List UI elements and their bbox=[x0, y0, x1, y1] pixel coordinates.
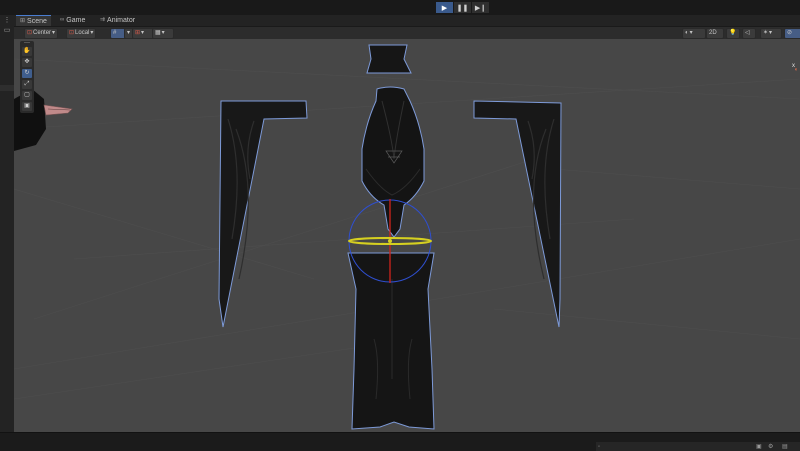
info-icon: ◦ bbox=[598, 444, 601, 450]
scene-grid-icon: ⊞ bbox=[20, 17, 26, 24]
scale-tool-button[interactable]: ⤢ bbox=[22, 80, 32, 89]
debug-icon[interactable]: ⚙ bbox=[768, 444, 774, 450]
panel-row bbox=[0, 85, 14, 91]
tab-animator-label: Animator bbox=[107, 17, 136, 24]
right-sleeve-piece[interactable] bbox=[473, 100, 562, 328]
tab-scene[interactable]: ⊞ Scene bbox=[16, 15, 51, 26]
tab-bar: ⊞ Scene ∞ Game ⇉ Animator bbox=[14, 15, 800, 27]
pivot-icon: ⊡ bbox=[27, 30, 33, 36]
left-sleeve-piece[interactable] bbox=[218, 100, 308, 328]
grid-visibility-button[interactable]: ▦ ▾ bbox=[152, 28, 174, 39]
hand-icon: ✋ bbox=[23, 48, 31, 54]
gizmos-toggle-button[interactable]: ⊘ bbox=[784, 28, 800, 39]
animator-icon: ⇉ bbox=[100, 17, 106, 23]
chevron-down-icon: ▾ bbox=[141, 30, 145, 36]
pivot-label: Center bbox=[33, 30, 52, 36]
mode-2d-label: 2D bbox=[709, 30, 717, 36]
audio-toggle-button[interactable]: ◁ bbox=[742, 28, 756, 39]
lighting-toggle-button[interactable]: 💡 bbox=[726, 28, 740, 39]
tab-game[interactable]: ∞ Game bbox=[56, 15, 89, 26]
transform-icon: ▣ bbox=[24, 103, 30, 109]
gizmos-icon: ⊘ bbox=[787, 30, 793, 36]
tab-scene-label: Scene bbox=[27, 17, 47, 25]
rotation-gizmo[interactable] bbox=[348, 199, 432, 283]
shading-mode-dropdown[interactable]: ◐ ▾ bbox=[682, 28, 706, 39]
top-toolbar: ▶ ❚❚ ▶❙ bbox=[0, 0, 800, 15]
effects-icon: ✶ bbox=[763, 30, 769, 36]
console-icon[interactable]: ▤ bbox=[782, 444, 788, 450]
view-tool-button[interactable]: ✋ bbox=[22, 47, 32, 56]
scene-tool-palette: ✋ ✥ ↻ ⤢ ▢ ▣ bbox=[20, 41, 34, 113]
pause-icon: ❚❚ bbox=[456, 4, 469, 12]
grid-snap-icon: # bbox=[113, 30, 117, 36]
rect-tool-button[interactable]: ▢ bbox=[22, 91, 32, 100]
grid-icon: ▦ bbox=[155, 30, 161, 36]
play-button[interactable]: ▶ bbox=[436, 2, 453, 13]
more-options-icon[interactable]: ⋮ bbox=[3, 17, 11, 25]
shading-sphere-icon: ◐ bbox=[685, 30, 689, 36]
chevron-down-icon: ▾ bbox=[90, 30, 94, 36]
pivot-center-dropdown[interactable]: ⊡ Center ▾ bbox=[24, 28, 59, 39]
step-button[interactable]: ▶❙ bbox=[472, 2, 489, 13]
bake-status-icon[interactable]: ▣ bbox=[756, 444, 762, 450]
lightbulb-icon: 💡 bbox=[729, 30, 737, 36]
chevron-down-icon: ▾ bbox=[689, 30, 693, 36]
speaker-icon: ◁ bbox=[745, 30, 750, 36]
toggle-2d-button[interactable]: 2D bbox=[706, 28, 724, 39]
transform-tool-button[interactable]: ▣ bbox=[22, 102, 32, 111]
rotate-icon: ↻ bbox=[24, 70, 30, 76]
snap-icon: ⊞ bbox=[135, 30, 141, 36]
space-local-dropdown[interactable]: ⊡ Local ▾ bbox=[66, 28, 97, 39]
move-arrows-icon: ✥ bbox=[24, 59, 30, 65]
status-bar: ◦ ▣ ⚙ ▤ bbox=[0, 432, 800, 451]
space-label: Local bbox=[75, 30, 90, 36]
pause-button[interactable]: ❚❚ bbox=[454, 2, 471, 13]
scene-canvas bbox=[14, 44, 800, 430]
panel-toggle-icon[interactable]: ▭ bbox=[3, 27, 11, 35]
play-icon: ▶ bbox=[441, 4, 448, 12]
move-tool-button[interactable]: ✥ bbox=[22, 58, 32, 67]
pants-piece[interactable] bbox=[347, 252, 435, 430]
orientation-gizmo-icon[interactable]: ◖ bbox=[794, 67, 798, 73]
chevron-down-icon: ▾ bbox=[161, 30, 165, 36]
tab-game-label: Game bbox=[66, 17, 86, 24]
rect-tool-icon: ▢ bbox=[24, 92, 30, 98]
effects-dropdown[interactable]: ✶ ▾ bbox=[760, 28, 782, 39]
playback-controls: ▶ ❚❚ ▶❙ bbox=[436, 2, 489, 13]
gamepad-icon: ∞ bbox=[60, 17, 65, 23]
chevron-down-icon: ▾ bbox=[52, 30, 56, 36]
scale-icon: ⤢ bbox=[24, 81, 30, 87]
bodysuit-piece[interactable] bbox=[361, 86, 425, 238]
collar-piece[interactable] bbox=[366, 44, 412, 74]
local-space-icon: ⊡ bbox=[69, 30, 75, 36]
palette-grip[interactable] bbox=[24, 42, 30, 43]
tab-animator[interactable]: ⇉ Animator bbox=[96, 15, 139, 26]
rotate-tool-button[interactable]: ↻ bbox=[22, 69, 32, 78]
chevron-down-icon: ▾ bbox=[127, 30, 131, 36]
chevron-down-icon: ▾ bbox=[769, 30, 773, 36]
scene-view[interactable]: ✋ ✥ ↻ ⤢ ▢ ▣ x ◖ bbox=[14, 39, 800, 432]
left-panel-strip: ⋮ ▭ bbox=[0, 15, 15, 435]
step-icon: ▶❙ bbox=[474, 4, 487, 12]
